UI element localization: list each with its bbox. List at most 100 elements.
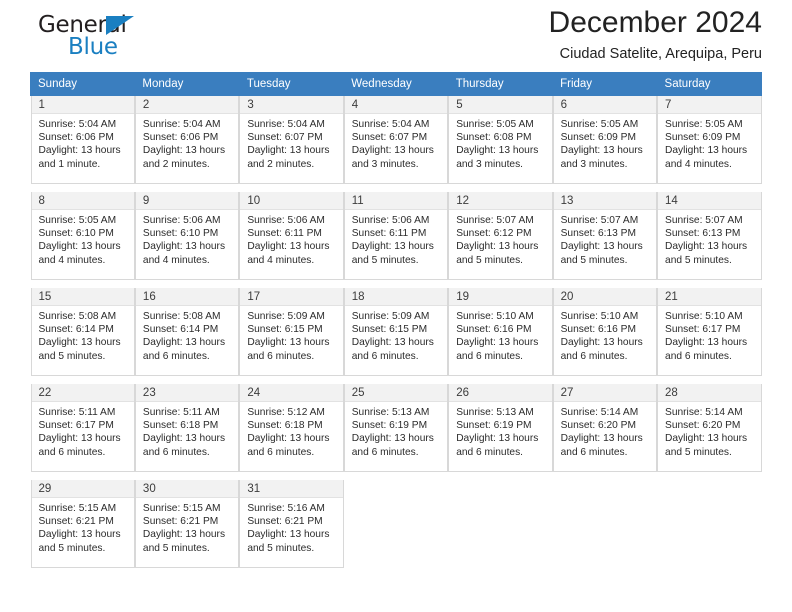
day-cell-body: 2 Sunrise: 5:04 AM Sunset: 6:06 PM Daylight… bbox=[134, 96, 240, 184]
day-cell-body: 4 Sunrise: 5:04 AM Sunset: 6:07 PM Daylight… bbox=[343, 96, 449, 184]
week-spacer-cell bbox=[343, 472, 449, 480]
daylight-duration-line1: Daylight: 13 hours bbox=[351, 241, 434, 253]
daylight-duration-line2: and 6 minutes. bbox=[456, 446, 524, 458]
daylight-duration-line1: Daylight: 13 hours bbox=[247, 529, 330, 541]
sunrise-sunset-calendar-table: Sunday Monday Tuesday Wednesday Thursday… bbox=[29, 72, 763, 568]
daylight-duration-line1: Daylight: 13 hours bbox=[560, 241, 643, 253]
day-cell-body: 15 Sunrise: 5:08 AM Sunset: 6:14 PM Dayligh… bbox=[30, 288, 135, 376]
calendar-day-cell[interactable]: 31 Sunrise: 5:16 AM Sunset: 6:21 PM Dayligh… bbox=[239, 480, 344, 568]
sunset-time: Sunset: 6:21 PM bbox=[247, 516, 323, 528]
week-spacer-cell bbox=[552, 472, 658, 480]
sunrise-time: Sunrise: 5:10 AM bbox=[560, 311, 639, 322]
sunset-time: Sunset: 6:11 PM bbox=[351, 228, 427, 240]
week-spacer-row bbox=[30, 472, 762, 480]
calendar-day-cell[interactable]: 10 Sunrise: 5:06 AM Sunset: 6:11 PM Dayligh… bbox=[239, 192, 344, 280]
week-spacer-cell bbox=[657, 376, 762, 384]
daylight-duration-line2: and 1 minute. bbox=[38, 158, 101, 170]
calendar-day-cell[interactable]: 11 Sunrise: 5:06 AM Sunset: 6:11 PM Dayligh… bbox=[343, 192, 449, 280]
day-cell-body: 29 Sunrise: 5:15 AM Sunset: 6:21 PM Dayligh… bbox=[30, 480, 135, 568]
calendar-day-cell[interactable]: 1 Sunrise: 5:04 AM Sunset: 6:06 PM Daylight… bbox=[30, 96, 135, 184]
calendar-day-cell[interactable]: 16 Sunrise: 5:08 AM Sunset: 6:14 PM Dayligh… bbox=[134, 288, 240, 376]
daylight-duration-line2: and 6 minutes. bbox=[38, 446, 106, 458]
day-number: 6 bbox=[553, 96, 657, 114]
sunset-time: Sunset: 6:07 PM bbox=[351, 132, 428, 144]
sunset-time: Sunset: 6:15 PM bbox=[351, 324, 428, 336]
daylight-duration-line1: Daylight: 13 hours bbox=[456, 241, 539, 253]
sunrise-time: Sunrise: 5:14 AM bbox=[560, 407, 639, 418]
daylight-duration-line2: and 6 minutes. bbox=[351, 350, 419, 362]
calendar-day-cell[interactable]: 23 Sunrise: 5:11 AM Sunset: 6:18 PM Dayligh… bbox=[134, 384, 240, 472]
sunrise-time: Sunrise: 5:04 AM bbox=[351, 119, 430, 130]
calendar-day-cell[interactable]: 20 Sunrise: 5:10 AM Sunset: 6:16 PM Dayligh… bbox=[552, 288, 658, 376]
day-cell-body: 23 Sunrise: 5:11 AM Sunset: 6:18 PM Dayligh… bbox=[134, 384, 240, 472]
calendar-day-cell[interactable]: 24 Sunrise: 5:12 AM Sunset: 6:18 PM Dayligh… bbox=[239, 384, 344, 472]
empty-day-placeholder bbox=[657, 480, 762, 568]
week-spacer-cell bbox=[134, 280, 240, 288]
calendar-day-cell[interactable]: 22 Sunrise: 5:11 AM Sunset: 6:17 PM Dayligh… bbox=[30, 384, 135, 472]
day-cell-body: 1 Sunrise: 5:04 AM Sunset: 6:06 PM Daylight… bbox=[30, 96, 135, 184]
daylight-duration-line1: Daylight: 13 hours bbox=[247, 337, 330, 349]
calendar-day-cell[interactable]: 28 Sunrise: 5:14 AM Sunset: 6:20 PM Dayligh… bbox=[657, 384, 762, 472]
calendar-day-cell[interactable]: 13 Sunrise: 5:07 AM Sunset: 6:13 PM Dayligh… bbox=[552, 192, 658, 280]
calendar-day-cell[interactable]: 25 Sunrise: 5:13 AM Sunset: 6:19 PM Dayligh… bbox=[343, 384, 449, 472]
day-number: 12 bbox=[449, 192, 552, 210]
calendar-day-cell[interactable]: 18 Sunrise: 5:09 AM Sunset: 6:15 PM Dayligh… bbox=[343, 288, 449, 376]
calendar-week-row: 1 Sunrise: 5:04 AM Sunset: 6:06 PM Daylight… bbox=[30, 96, 762, 184]
calendar-day-cell[interactable]: 30 Sunrise: 5:15 AM Sunset: 6:21 PM Dayligh… bbox=[134, 480, 240, 568]
day-details: Sunrise: 5:10 AM Sunset: 6:16 PM Daylight:… bbox=[449, 306, 551, 363]
day-number: 27 bbox=[553, 384, 657, 402]
calendar-day-cell[interactable]: 27 Sunrise: 5:14 AM Sunset: 6:20 PM Dayligh… bbox=[552, 384, 658, 472]
sunrise-time: Sunrise: 5:11 AM bbox=[142, 407, 220, 418]
daylight-duration-line2: and 5 minutes. bbox=[665, 254, 732, 266]
daylight-duration-line2: and 5 minutes. bbox=[247, 542, 315, 554]
day-details: Sunrise: 5:04 AM Sunset: 6:06 PM Daylight:… bbox=[32, 114, 134, 171]
calendar-day-cell[interactable]: 19 Sunrise: 5:10 AM Sunset: 6:16 PM Dayligh… bbox=[448, 288, 553, 376]
day-details: Sunrise: 5:15 AM Sunset: 6:21 PM Daylight:… bbox=[136, 498, 238, 555]
calendar-day-cell[interactable]: 26 Sunrise: 5:13 AM Sunset: 6:19 PM Dayligh… bbox=[448, 384, 553, 472]
daylight-duration-line2: and 5 minutes. bbox=[142, 542, 210, 554]
calendar-day-cell[interactable]: 9 Sunrise: 5:06 AM Sunset: 6:10 PM Daylight… bbox=[134, 192, 240, 280]
sunset-time: Sunset: 6:10 PM bbox=[142, 228, 219, 240]
calendar-day-cell[interactable]: 15 Sunrise: 5:08 AM Sunset: 6:14 PM Dayligh… bbox=[30, 288, 135, 376]
sunset-time: Sunset: 6:20 PM bbox=[560, 420, 636, 432]
daylight-duration-line1: Daylight: 13 hours bbox=[560, 433, 643, 445]
calendar-day-cell[interactable]: 7 Sunrise: 5:05 AM Sunset: 6:09 PM Daylight… bbox=[657, 96, 762, 184]
day-number: 21 bbox=[658, 288, 761, 306]
daylight-duration-line1: Daylight: 13 hours bbox=[247, 241, 330, 253]
day-number: 1 bbox=[31, 96, 134, 114]
page-title: December 2024 bbox=[548, 6, 762, 39]
daylight-duration-line2: and 4 minutes. bbox=[142, 254, 210, 266]
generalblue-logo[interactable]: General Blue bbox=[30, 12, 160, 60]
day-details: Sunrise: 5:06 AM Sunset: 6:10 PM Daylight:… bbox=[136, 210, 238, 267]
sunrise-time: Sunrise: 5:06 AM bbox=[142, 215, 221, 226]
daylight-duration-line2: and 2 minutes. bbox=[142, 158, 210, 170]
sunrise-time: Sunrise: 5:05 AM bbox=[38, 215, 117, 226]
day-cell-body: 25 Sunrise: 5:13 AM Sunset: 6:19 PM Dayligh… bbox=[343, 384, 449, 472]
week-spacer-cell bbox=[448, 184, 553, 192]
day-number: 20 bbox=[553, 288, 657, 306]
calendar-day-cell[interactable]: 12 Sunrise: 5:07 AM Sunset: 6:12 PM Dayligh… bbox=[448, 192, 553, 280]
calendar-day-cell[interactable]: 8 Sunrise: 5:05 AM Sunset: 6:10 PM Daylight… bbox=[30, 192, 135, 280]
calendar-day-cell[interactable]: 4 Sunrise: 5:04 AM Sunset: 6:07 PM Daylight… bbox=[343, 96, 449, 184]
calendar-day-cell[interactable]: 2 Sunrise: 5:04 AM Sunset: 6:06 PM Daylight… bbox=[134, 96, 240, 184]
day-cell-body: 30 Sunrise: 5:15 AM Sunset: 6:21 PM Dayligh… bbox=[134, 480, 240, 568]
calendar-day-cell[interactable]: 21 Sunrise: 5:10 AM Sunset: 6:17 PM Dayligh… bbox=[657, 288, 762, 376]
daylight-duration-line2: and 5 minutes. bbox=[38, 542, 106, 554]
day-details: Sunrise: 5:14 AM Sunset: 6:20 PM Daylight:… bbox=[658, 402, 760, 459]
calendar-day-cell[interactable]: 5 Sunrise: 5:05 AM Sunset: 6:08 PM Daylight… bbox=[448, 96, 553, 184]
sunset-time: Sunset: 6:21 PM bbox=[142, 516, 219, 528]
calendar-day-cell[interactable]: 3 Sunrise: 5:04 AM Sunset: 6:07 PM Daylight… bbox=[239, 96, 344, 184]
sunrise-time: Sunrise: 5:06 AM bbox=[247, 215, 325, 226]
week-spacer-cell bbox=[239, 472, 344, 480]
week-spacer-cell bbox=[657, 184, 762, 192]
sunset-time: Sunset: 6:09 PM bbox=[665, 132, 741, 144]
calendar-day-cell[interactable]: 29 Sunrise: 5:15 AM Sunset: 6:21 PM Dayligh… bbox=[30, 480, 135, 568]
calendar-day-cell[interactable]: 6 Sunrise: 5:05 AM Sunset: 6:09 PM Daylight… bbox=[552, 96, 658, 184]
calendar-day-cell[interactable]: 17 Sunrise: 5:09 AM Sunset: 6:15 PM Dayligh… bbox=[239, 288, 344, 376]
day-details: Sunrise: 5:07 AM Sunset: 6:13 PM Daylight:… bbox=[554, 210, 656, 267]
column-header-wednesday: Wednesday bbox=[343, 72, 449, 96]
calendar-day-cell[interactable]: 14 Sunrise: 5:07 AM Sunset: 6:13 PM Dayligh… bbox=[657, 192, 762, 280]
empty-day-placeholder bbox=[448, 480, 553, 568]
week-spacer-cell bbox=[657, 472, 762, 480]
calendar-header: Sunday Monday Tuesday Wednesday Thursday… bbox=[29, 72, 763, 96]
